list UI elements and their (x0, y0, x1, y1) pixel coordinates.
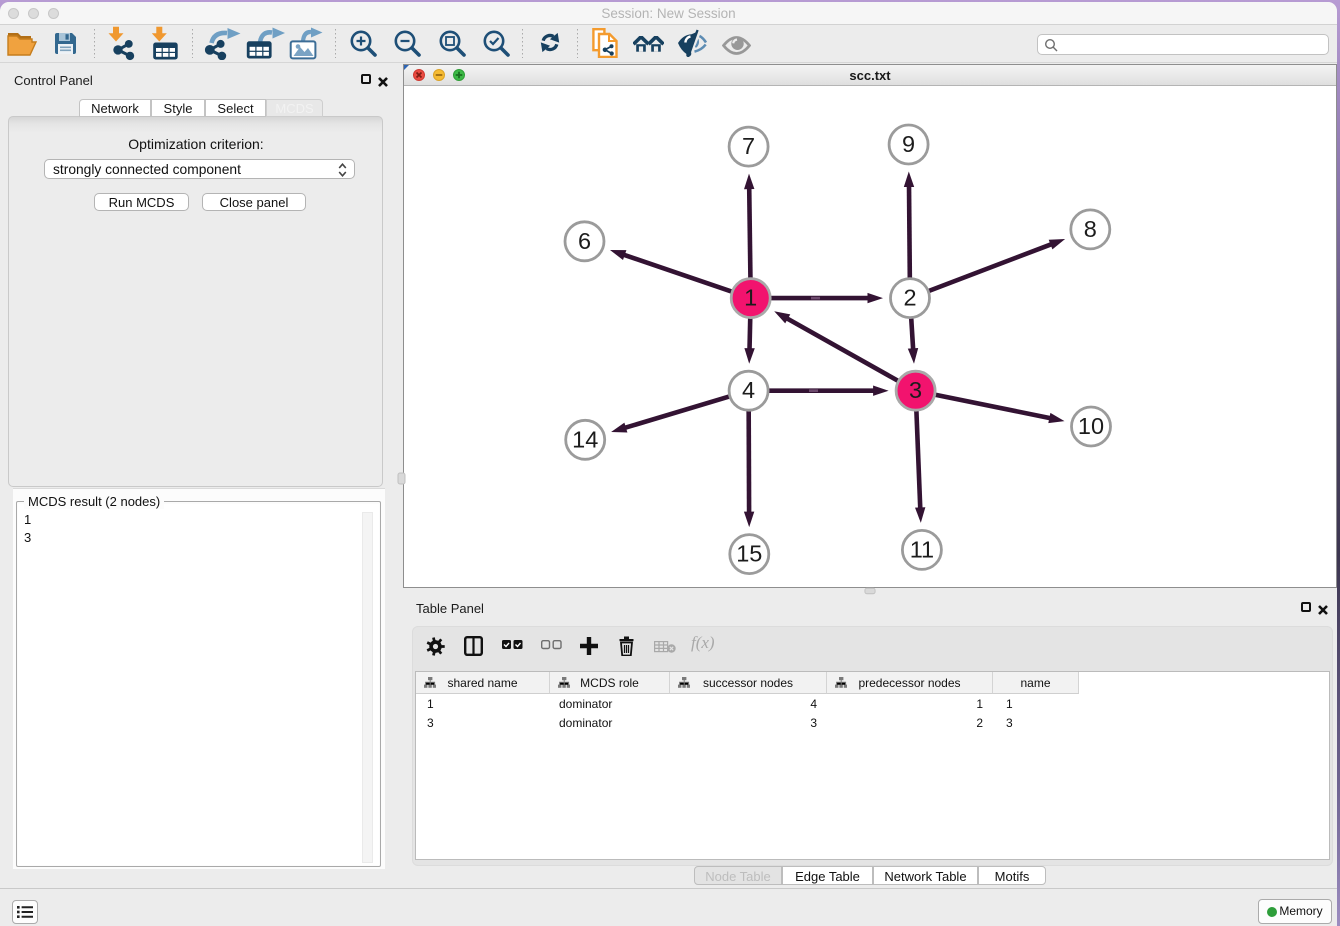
svg-text:9: 9 (902, 131, 915, 157)
svg-text:6: 6 (578, 228, 591, 254)
svg-text:1: 1 (744, 285, 757, 311)
svg-text:7: 7 (742, 133, 755, 159)
svg-text:11: 11 (910, 536, 934, 562)
svg-text:2: 2 (903, 285, 916, 311)
svg-text:3: 3 (909, 377, 922, 403)
svg-text:14: 14 (572, 426, 598, 452)
svg-text:8: 8 (1084, 216, 1097, 242)
svg-text:15: 15 (736, 541, 762, 567)
svg-text:4: 4 (742, 377, 755, 403)
svg-text:10: 10 (1078, 413, 1104, 439)
